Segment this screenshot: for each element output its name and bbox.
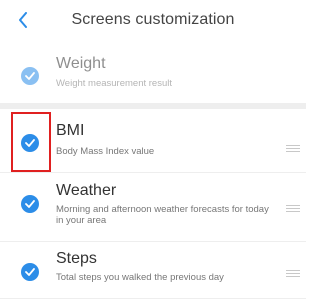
item-title: Weather (56, 182, 117, 199)
checkbox-weather[interactable] (21, 195, 39, 213)
item-subtitle: Morning and afternoon weather forecasts … (56, 204, 269, 226)
item-subtitle: Body Mass Index value (56, 146, 155, 157)
drag-handle-icon[interactable] (286, 145, 300, 152)
row-divider (0, 172, 306, 173)
item-subtitle: Total steps you walked the previous day (56, 272, 224, 283)
header-bar: Screens customization (0, 0, 306, 42)
drag-handle-icon[interactable] (286, 270, 300, 277)
checkbox-steps[interactable] (21, 263, 39, 281)
section-divider (0, 103, 306, 109)
row-divider (0, 241, 306, 242)
item-title: Steps (56, 250, 97, 267)
item-title: Weight (56, 55, 106, 72)
item-subtitle: Weight measurement result (56, 78, 172, 89)
row-divider (0, 298, 306, 299)
check-icon (25, 200, 35, 208)
check-icon (25, 268, 35, 276)
page-title: Screens customization (71, 11, 235, 28)
checkbox-weight[interactable] (21, 67, 39, 85)
check-icon (25, 72, 35, 80)
highlight-box (11, 112, 51, 172)
item-title: BMI (56, 122, 85, 139)
list-item-weather[interactable]: Weather Morning and afternoon weather fo… (0, 178, 306, 234)
list-item-weight[interactable]: Weight Weight measurement result (0, 52, 306, 108)
list-item-steps[interactable]: Steps Total steps you walked the previou… (0, 246, 306, 302)
drag-handle-icon[interactable] (286, 205, 300, 212)
